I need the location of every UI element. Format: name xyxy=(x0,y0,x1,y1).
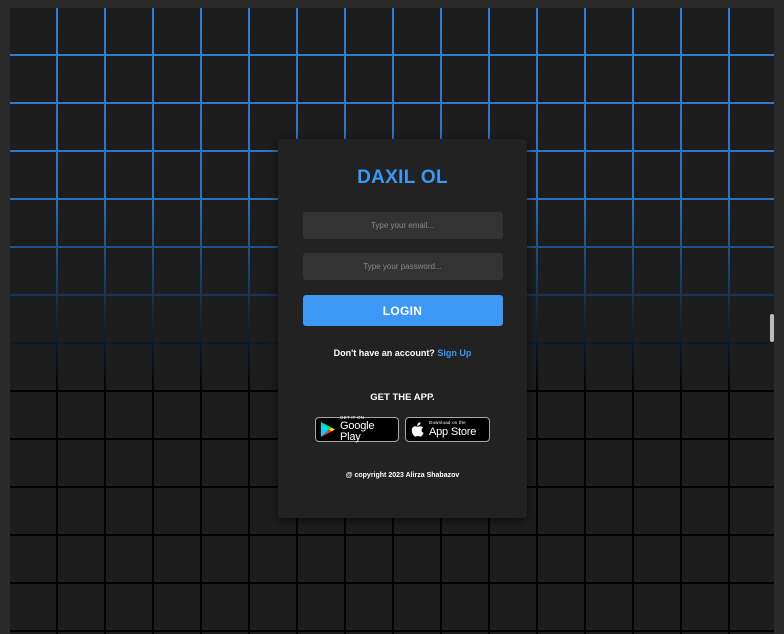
google-play-button[interactable]: GET IT ON Google Play xyxy=(315,415,399,444)
get-app-heading: GET THE APP. xyxy=(370,392,435,403)
copyright-text: @ copyright 2023 Alirza Shabazov xyxy=(345,472,460,479)
app-store-button[interactable]: Download on the App Store xyxy=(405,417,490,442)
email-field[interactable] xyxy=(302,212,503,239)
google-play-big-text: Google Play xyxy=(340,420,375,444)
page-viewport: DAXIL OL LOGIN Don't have an account? Si… xyxy=(10,8,774,634)
app-store-big-text: App Store xyxy=(429,425,477,438)
login-button[interactable]: LOGIN xyxy=(302,295,503,326)
google-play-icon xyxy=(321,422,335,437)
password-field[interactable] xyxy=(302,253,503,280)
login-card: DAXIL OL LOGIN Don't have an account? Si… xyxy=(278,139,527,518)
no-account-text: Don't have an account? xyxy=(333,348,435,358)
signup-link[interactable]: Sign Up xyxy=(437,348,471,358)
store-badges: GET IT ON Google Play Download on the Ap… xyxy=(278,415,527,444)
apple-icon xyxy=(411,422,424,437)
scrollbar-thumb[interactable] xyxy=(770,314,774,342)
login-title: DAXIL OL xyxy=(357,167,448,188)
signup-prompt: Don't have an account? Sign Up xyxy=(278,347,527,359)
